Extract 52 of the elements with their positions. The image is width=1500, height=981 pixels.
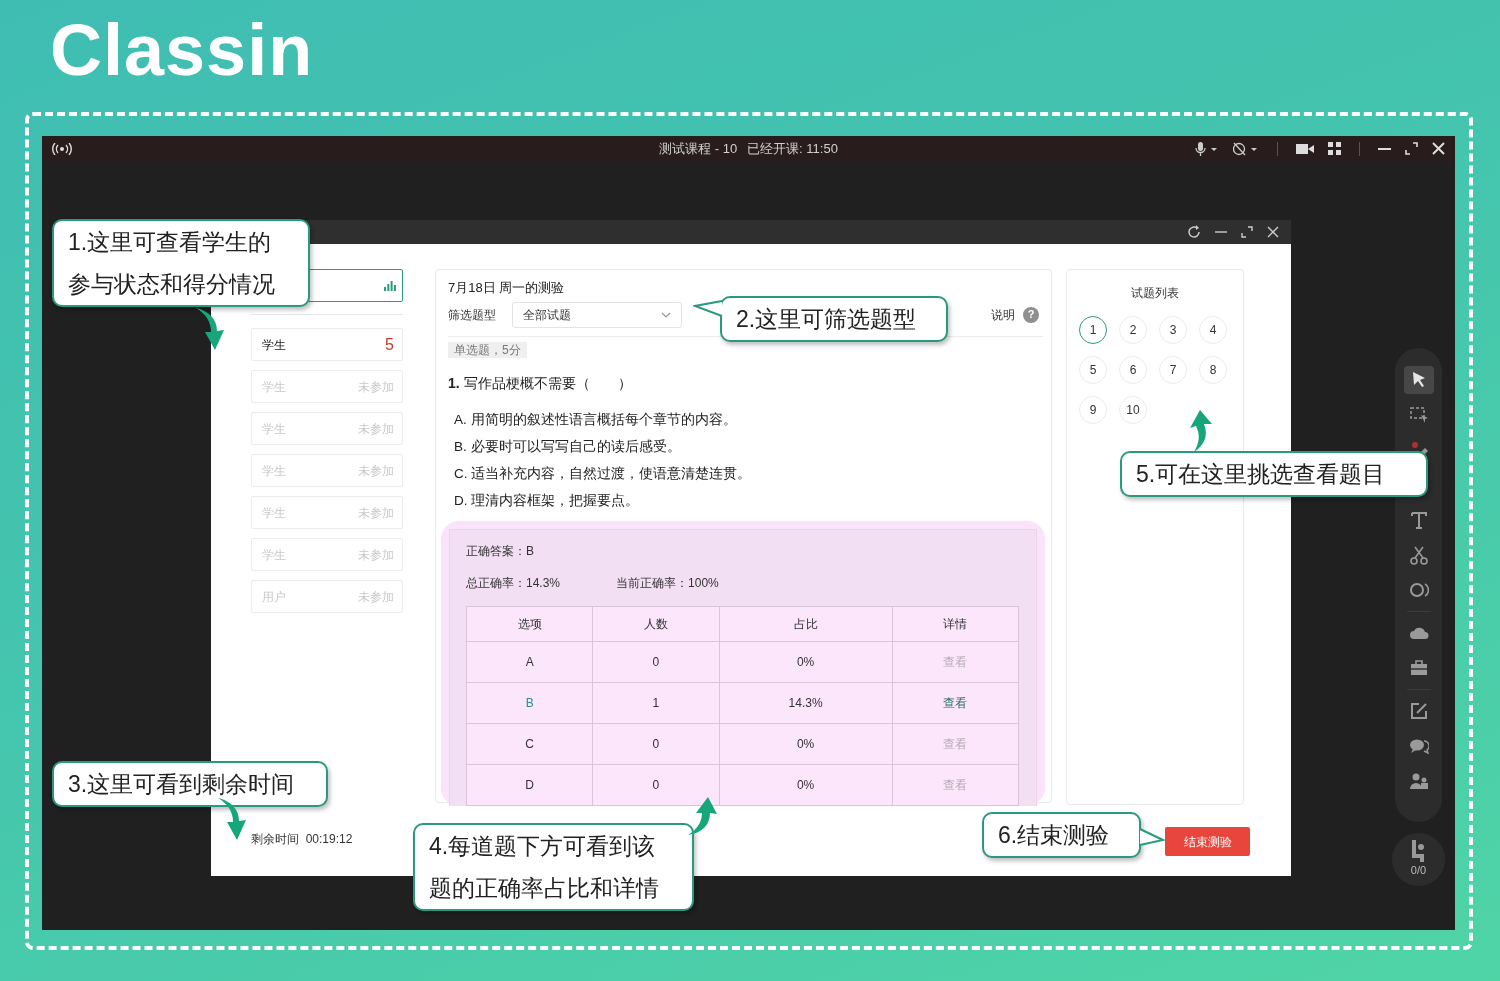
table-cell: C [466, 723, 593, 764]
table-cell: 1 [592, 682, 720, 723]
question-number[interactable]: 6 [1119, 356, 1147, 384]
callout-tooltip: 2.这里可筛选题型 [720, 296, 948, 342]
answer-option: D. 理清内容框架，把握要点。 [454, 490, 1045, 511]
table-cell: 0% [719, 641, 893, 682]
table-cell: 0 [592, 723, 720, 764]
filter-label: 筛选题型 [448, 306, 496, 324]
callout-tooltip: 4.每道题下方可看到该 题的正确率占比和详情 [413, 823, 694, 911]
column-header: 人数 [592, 606, 720, 641]
question-number[interactable]: 3 [1159, 316, 1187, 344]
question-number[interactable]: 1 [1079, 316, 1107, 344]
answer-option: A. 用简明的叙述性语言概括每个章节的内容。 [454, 409, 1045, 430]
window-title: 测试课程 - 10 [659, 140, 738, 156]
remaining-time: 剩余时间 00:19:12 [251, 831, 354, 848]
callout-tooltip: 5.可在这里挑选查看题目 [1120, 451, 1428, 497]
table-cell: 0% [719, 723, 893, 764]
question-number[interactable]: 4 [1199, 316, 1227, 344]
question-number[interactable]: 5 [1079, 356, 1107, 384]
question-number[interactable]: 7 [1159, 356, 1187, 384]
current-rate: 当前正确率：100% [616, 575, 719, 590]
help-label[interactable]: 说明 [991, 305, 1015, 324]
table-cell: B [466, 682, 593, 723]
question-type-tag: 单选题，5分 [448, 341, 527, 358]
end-quiz-button[interactable]: 结束测验 [1165, 827, 1250, 856]
column-header: 选项 [466, 606, 593, 641]
overall-rate: 总正确率：14.3% [466, 575, 561, 590]
table-cell: A [466, 641, 593, 682]
question-number[interactable]: 8 [1199, 356, 1227, 384]
answer-option: B. 必要时可以写写自己的读后感受。 [454, 436, 1045, 457]
question-number[interactable]: 2 [1119, 316, 1147, 344]
elapsed-time: 已经开课: 11:50 [747, 140, 838, 156]
table-cell: D [466, 764, 593, 805]
question-text: 1. 写作品梗概不需要（ ） [448, 373, 633, 393]
question-number[interactable]: 10 [1119, 396, 1147, 424]
callout-tooltip: 1.这里可查看学生的 参与状态和得分情况 [52, 219, 310, 307]
callout-tooltip: 3.这里可看到剩余时间 [52, 761, 328, 807]
table-cell: 14.3% [719, 682, 893, 723]
answer-option: C. 适当补充内容，自然过渡，使语意清楚连贯。 [454, 463, 1045, 484]
question-number[interactable]: 9 [1079, 396, 1107, 424]
filter-dropdown[interactable]: 全部试题 [512, 301, 682, 328]
logo: Classin [50, 14, 314, 86]
column-header: 占比 [719, 606, 893, 641]
callout-tooltip: 6.结束测验 [982, 812, 1141, 858]
column-header: 详情 [892, 606, 1019, 641]
seat-button[interactable]: 0/0 [1392, 833, 1445, 886]
table-cell: 0 [592, 641, 720, 682]
table-cell: 0% [719, 764, 893, 805]
quiz-title: 7月18日 周一的测验 [448, 279, 566, 297]
question-list-title: 试题列表 [1130, 285, 1180, 302]
student-row[interactable]: 学生 5 [251, 328, 403, 361]
correct-answer: 正确答案：B [466, 543, 534, 558]
